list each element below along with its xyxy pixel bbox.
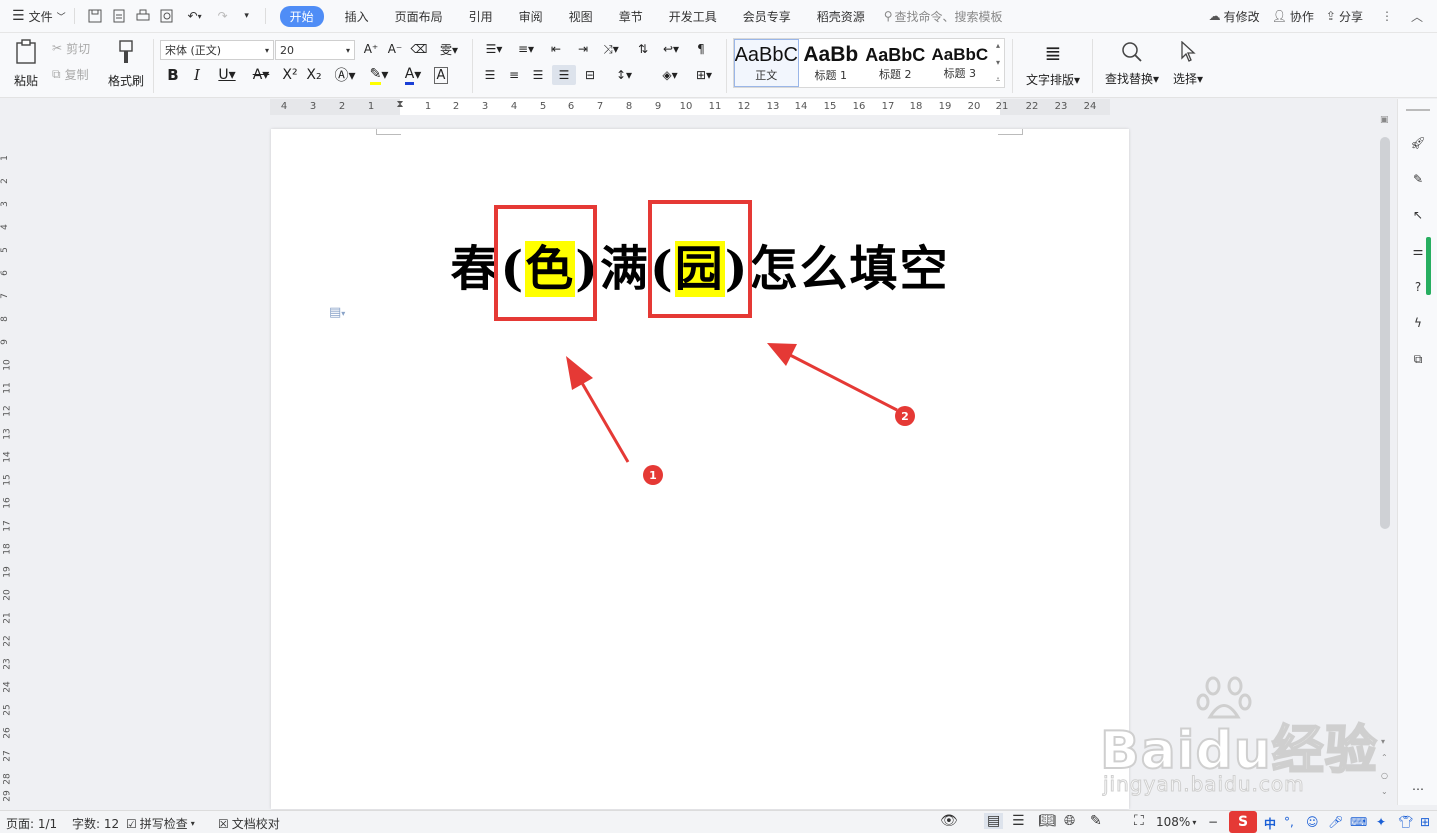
spell-check-button[interactable]: ☑ 拼写检查 ▾: [126, 815, 195, 832]
chevron-down-icon: ▾: [190, 819, 195, 828]
ime-keyboard-icon[interactable]: ⌨: [1350, 815, 1367, 829]
spell-check-label: 拼写检查: [139, 817, 188, 831]
zoom-out-icon[interactable]: −: [1208, 815, 1218, 829]
fit-page-icon[interactable]: ⛶: [1134, 813, 1144, 829]
reading-view-icon[interactable]: 📖︎: [1038, 813, 1056, 829]
ime-punct-icon[interactable]: °,: [1284, 815, 1294, 829]
more-options-icon[interactable]: ⋯: [1408, 779, 1428, 799]
share-screen-icon[interactable]: ⧉: [1408, 349, 1428, 369]
annotation-badge-1: 1: [643, 465, 663, 485]
write-view-icon[interactable]: ✎: [1090, 813, 1102, 829]
outline-view-icon[interactable]: ☰: [1012, 813, 1025, 829]
ime-shirt-icon[interactable]: 👕︎: [1398, 815, 1413, 829]
scroll-top-icon[interactable]: ▣: [1380, 115, 1390, 127]
baidu-watermark: Baidu经验 jingyan.baidu.com: [1095, 672, 1385, 802]
checkbox-icon: ☑: [126, 816, 137, 831]
zoom-select[interactable]: 108% ▾: [1156, 815, 1196, 829]
arrow-head-1: [566, 356, 593, 390]
chevron-down-icon: ▾: [1192, 817, 1197, 827]
wps-writer-window: ☰ 文件 ﹀ ↶ ▾ ↷ ▾ 开始 插入 页面布局 引用 审阅 视图 章节 开发工…: [0, 0, 1437, 833]
web-view-icon[interactable]: 🌐︎: [1064, 813, 1075, 829]
watermark-url: jingyan.baidu.com: [1103, 772, 1305, 797]
word-count[interactable]: 字数: 12: [72, 815, 119, 832]
doc-proof-label: 文档校对: [231, 817, 280, 831]
zoom-value: 108%: [1156, 815, 1191, 829]
arrow-head-2: [767, 343, 797, 366]
arrow-2: [789, 353, 898, 412]
arrow-1: [576, 375, 630, 463]
status-bar: 页面: 1/1 字数: 12 ☑ 拼写检查 ▾ ☒ 文档校对 👁︎ ▤ ☰ 📖︎…: [0, 810, 1437, 833]
ime-logo-icon[interactable]: S: [1229, 811, 1257, 833]
proof-icon: ☒: [218, 816, 229, 831]
ime-menu-icon[interactable]: ⊞: [1420, 815, 1430, 829]
ime-emoji-icon[interactable]: ☺: [1306, 815, 1319, 829]
help-icon[interactable]: ?: [1408, 277, 1428, 297]
annotation-badge-2: 2: [895, 406, 915, 426]
page-indicator[interactable]: 页面: 1/1: [6, 815, 57, 832]
eye-protect-icon[interactable]: 👁︎: [940, 813, 958, 829]
scrollbar-thumb[interactable]: [1380, 137, 1390, 529]
ime-chinese-icon[interactable]: 中: [1264, 815, 1276, 832]
right-sidebar: 🚀︎ ✎ ↖ ⚌ ? ϟ ⧉ ⋯: [1397, 99, 1437, 805]
adjust-sliders-icon[interactable]: ⚌: [1408, 241, 1428, 261]
bolt-icon[interactable]: ϟ: [1408, 313, 1428, 333]
doc-proof-button[interactable]: ☒ 文档校对: [218, 815, 280, 832]
pen-icon[interactable]: ✎: [1408, 169, 1428, 189]
ime-voice-icon[interactable]: 🎤︎: [1328, 815, 1343, 829]
cursor-select-icon[interactable]: ↖: [1408, 205, 1428, 225]
ime-skin-icon[interactable]: ✦: [1376, 815, 1386, 829]
page-view-icon[interactable]: ▤: [984, 813, 1004, 829]
rocket-icon[interactable]: 🚀︎: [1408, 133, 1428, 153]
